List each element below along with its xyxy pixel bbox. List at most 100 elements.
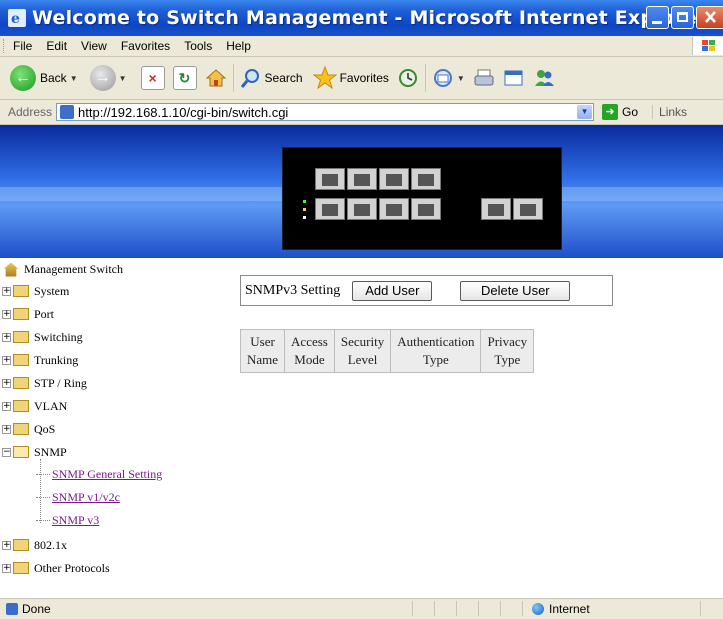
messenger-button[interactable]: [533, 68, 555, 88]
security-zone[interactable]: Internet: [532, 602, 590, 616]
sidebar-item-qos[interactable]: + QoS: [0, 420, 55, 438]
section-title: SNMPv3 Setting: [245, 282, 341, 298]
search-icon: [240, 69, 259, 88]
history-button[interactable]: [397, 67, 419, 89]
sidebar-item-system[interactable]: + System: [0, 282, 69, 300]
back-label: Back: [40, 71, 67, 85]
stop-button[interactable]: ×: [140, 66, 165, 90]
sidebar-item-label: Switching: [34, 329, 83, 344]
expand-icon[interactable]: +: [2, 401, 11, 411]
print-button[interactable]: [473, 68, 495, 88]
edit-button[interactable]: [503, 68, 525, 88]
port-5[interactable]: [379, 198, 409, 220]
sidebar-link-snmp-general-setting[interactable]: SNMP General Setting: [36, 465, 162, 483]
snmp-general-setting-link[interactable]: SNMP General Setting: [52, 467, 162, 482]
expand-icon[interactable]: +: [2, 355, 11, 365]
forward-button[interactable]: → ▼: [89, 65, 127, 91]
expand-icon[interactable]: +: [2, 563, 11, 573]
folder-icon: [13, 331, 29, 343]
sidebar-link-snmp-v3[interactable]: SNMP v3: [36, 511, 99, 529]
status-divider: [434, 601, 435, 616]
menu-tools[interactable]: Tools: [184, 39, 212, 53]
status-divider: [700, 601, 701, 616]
col-security-level: Security Level: [333, 329, 392, 373]
address-input[interactable]: http://192.168.1.10/cgi-bin/switch.cgi ▼: [56, 103, 595, 121]
expand-icon[interactable]: +: [2, 286, 11, 296]
snmpv3-user-table: User Name Access Mode Security Level Authen…: [239, 329, 535, 373]
folder-icon: [13, 285, 29, 297]
address-bar: Address http://192.168.1.10/cgi-bin/swit…: [0, 100, 723, 125]
folder-icon: [13, 423, 29, 435]
delete-user-button[interactable]: Delete User: [460, 280, 571, 301]
menu-favorites[interactable]: Favorites: [121, 39, 170, 53]
port-2[interactable]: [315, 168, 345, 190]
search-button[interactable]: Search: [240, 67, 303, 89]
port-7[interactable]: [411, 198, 441, 220]
links-button[interactable]: Links: [652, 105, 687, 119]
forward-dropdown-icon[interactable]: ▼: [119, 74, 127, 83]
refresh-button[interactable]: ↻: [172, 66, 197, 90]
menu-view[interactable]: View: [81, 39, 107, 53]
sidebar-item-stp-ring[interactable]: + STP / Ring: [0, 374, 87, 392]
sidebar-item-other-protocols[interactable]: + Other Protocols: [0, 559, 110, 577]
expand-icon[interactable]: +: [2, 540, 11, 550]
home-button[interactable]: [205, 67, 227, 89]
sidebar-item-trunking[interactable]: + Trunking: [0, 351, 78, 369]
internet-globe-icon: [532, 603, 544, 615]
back-dropdown-icon[interactable]: ▼: [70, 74, 78, 83]
menu-help[interactable]: Help: [226, 39, 251, 53]
expand-icon[interactable]: +: [2, 309, 11, 319]
page-done-icon: [6, 603, 18, 615]
back-button[interactable]: ← Back ▼: [10, 65, 78, 91]
favorites-button[interactable]: Favorites: [312, 66, 389, 90]
sidebar-link-snmp-v1v2c[interactable]: SNMP v1/v2c: [36, 488, 120, 506]
expand-icon[interactable]: +: [2, 332, 11, 342]
menu-file[interactable]: File: [13, 39, 32, 53]
sidebar-item-vlan[interactable]: + VLAN: [0, 397, 67, 415]
minimize-button[interactable]: [646, 6, 669, 29]
port-led: [303, 208, 306, 211]
add-user-button[interactable]: Add User: [352, 280, 433, 301]
snmpv3-toolbar: SNMPv3 Setting Add User Delete User: [240, 275, 613, 306]
menu-bar: File Edit View Favorites Tools Help: [0, 36, 723, 57]
sidebar-item-port[interactable]: + Port: [0, 305, 54, 323]
port-3[interactable]: [347, 198, 377, 220]
sidebar-item-802-1x[interactable]: + 802.1x: [0, 536, 67, 554]
tree-root[interactable]: Management Switch: [4, 262, 123, 277]
expand-icon[interactable]: +: [2, 424, 11, 434]
col-access-mode: Access Mode: [284, 329, 335, 373]
address-dropdown-icon[interactable]: ▼: [577, 105, 593, 119]
port-6[interactable]: [379, 168, 409, 190]
tree-connector: [36, 473, 50, 475]
menu-edit[interactable]: Edit: [46, 39, 67, 53]
sidebar-item-label: Port: [34, 306, 55, 321]
history-icon: [398, 69, 417, 87]
tree-root-label: Management Switch: [24, 262, 123, 276]
toolbar-separator: [232, 64, 234, 92]
maximize-button[interactable]: [671, 6, 694, 29]
status-divider: [500, 601, 501, 616]
close-button[interactable]: [696, 6, 723, 29]
windows-logo-icon: [692, 37, 723, 55]
mail-dropdown-icon[interactable]: ▼: [457, 74, 465, 83]
sidebar-item-switching[interactable]: + Switching: [0, 328, 83, 346]
folder-icon: [13, 539, 29, 551]
address-label: Address: [8, 105, 53, 119]
maximize-icon: [677, 12, 688, 22]
snmp-v1v2c-link[interactable]: SNMP v1/v2c: [52, 490, 120, 505]
sidebar-item-snmp[interactable]: − SNMP: [0, 443, 67, 461]
port-8[interactable]: [411, 168, 441, 190]
collapse-icon[interactable]: −: [2, 447, 11, 457]
port-10[interactable]: [513, 198, 543, 220]
title-bar[interactable]: e Welcome to Switch Management - Microso…: [0, 0, 723, 36]
toolbar-grip[interactable]: [3, 39, 7, 53]
port-1[interactable]: [315, 198, 345, 220]
go-button[interactable]: ➜ Go: [602, 104, 638, 120]
snmp-v3-link[interactable]: SNMP v3: [52, 513, 99, 528]
sidebar-item-label: System: [34, 283, 70, 298]
expand-icon[interactable]: +: [2, 378, 11, 388]
port-9[interactable]: [481, 198, 511, 220]
port-4[interactable]: [347, 168, 377, 190]
mail-button[interactable]: ▼: [432, 68, 465, 88]
table-header-row: User Name Access Mode Security Level Authen…: [239, 329, 535, 373]
